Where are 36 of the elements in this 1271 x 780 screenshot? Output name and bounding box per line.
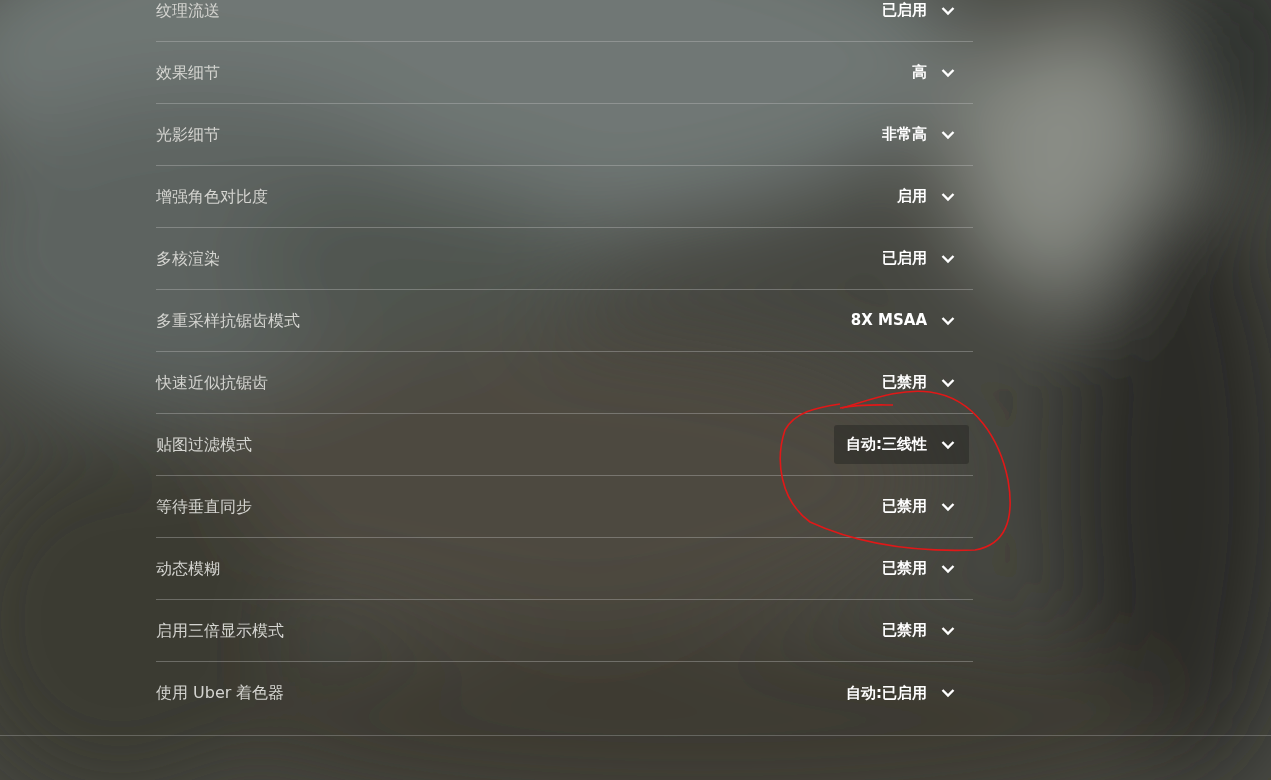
chevron-down-icon	[941, 501, 955, 512]
chevron-down-icon	[941, 688, 955, 698]
dropdown-button[interactable]: 已禁用	[870, 549, 969, 588]
chevron-down-icon	[941, 377, 955, 388]
setting-label: 增强角色对比度	[156, 185, 268, 208]
dropdown-button[interactable]: 已禁用	[870, 487, 969, 526]
chevron-down-icon	[941, 129, 955, 140]
chevron-down-icon	[941, 5, 955, 16]
dropdown-button[interactable]: 自动:已启用	[834, 673, 969, 713]
setting-label: 使用 Uber 着色器	[156, 682, 285, 704]
setting-label: 光影细节	[156, 123, 220, 146]
chevron-down-icon	[941, 625, 955, 636]
dropdown-button[interactable]: 已启用	[870, 0, 969, 30]
setting-label: 启用三倍显示模式	[156, 619, 284, 642]
chevron-down-icon	[941, 253, 955, 264]
dropdown-button[interactable]: 非常高	[870, 115, 969, 154]
setting-label: 效果细节	[156, 61, 220, 84]
setting-label: 快速近似抗锯齿	[156, 371, 268, 394]
dropdown-button[interactable]: 启用	[885, 177, 969, 216]
dropdown-button[interactable]: 已禁用	[870, 611, 969, 650]
dropdown-button[interactable]: 8X MSAA	[838, 301, 969, 340]
dropdown-button[interactable]: 自动:三线性	[834, 425, 969, 464]
setting-label: 动态模糊	[156, 557, 220, 580]
chevron-down-icon	[941, 67, 955, 78]
setting-label: 等待垂直同步	[156, 495, 252, 518]
dropdown-button[interactable]: 高	[900, 53, 969, 92]
dropdown-button[interactable]: 已禁用	[870, 363, 969, 402]
chevron-down-icon	[941, 191, 955, 202]
setting-label: 多重采样抗锯齿模式	[156, 309, 300, 332]
chevron-down-icon	[941, 315, 955, 326]
chevron-down-icon	[941, 439, 955, 450]
setting-label: 贴图过滤模式	[156, 433, 252, 456]
dropdown-button[interactable]: 已启用	[870, 239, 969, 278]
chevron-down-icon	[941, 563, 955, 574]
setting-label: 多核渲染	[156, 247, 220, 270]
setting-label: 纹理流送	[156, 0, 220, 22]
